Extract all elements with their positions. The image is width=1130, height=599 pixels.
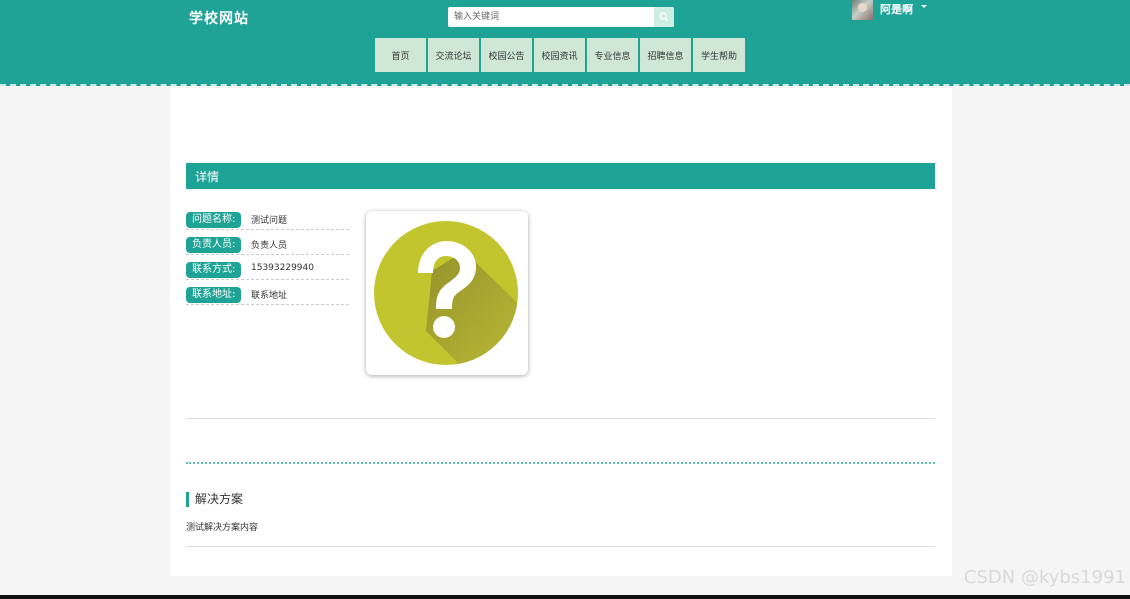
field-responsible: 负责人员: 负责人员 (186, 236, 349, 255)
search-button[interactable] (654, 7, 674, 27)
taskbar-edge (0, 595, 1130, 599)
field-value-selected: 试问题 (260, 216, 288, 226)
search-input[interactable] (448, 7, 654, 27)
nav-announcements[interactable]: 校园公告 (481, 38, 532, 72)
field-value[interactable]: 测试问题 (251, 213, 287, 226)
field-question-name: 问题名称: 测试问题 (186, 211, 349, 230)
field-contact: 联系方式: 15393229940 (186, 261, 349, 280)
field-value: 联系地址 (251, 291, 288, 301)
user-menu[interactable]: 阿是啊 (852, 0, 927, 22)
solution-content: 测试解决方案内容 (186, 523, 259, 533)
nav-jobs[interactable]: 招聘信息 (640, 38, 691, 72)
search-icon (659, 12, 669, 22)
nav-campus-news[interactable]: 校园资讯 (534, 38, 585, 72)
nav-majors[interactable]: 专业信息 (587, 38, 638, 72)
field-value: 15393229940 (251, 263, 314, 273)
watermark: CSDN @kybs1991 (963, 567, 1126, 588)
user-name: 阿是啊 (880, 3, 913, 16)
field-label: 问题名称: (186, 212, 242, 228)
divider-dotted (186, 462, 935, 464)
field-label: 联系方式: (186, 262, 242, 278)
field-label: 负责人员: (186, 237, 242, 253)
chevron-down-icon (921, 5, 927, 8)
nav-student-help[interactable]: 学生帮助 (693, 38, 745, 72)
search-box (448, 7, 674, 27)
field-value-prefix: 测 (251, 216, 261, 226)
site-header: 学校网站 阿是啊 首页 交流论坛 校园公告 校园资讯 专业信息 招聘信息 学生帮… (0, 0, 1130, 86)
nav-forum[interactable]: 交流论坛 (428, 38, 479, 72)
avatar (852, 0, 873, 20)
nav-home[interactable]: 首页 (375, 38, 426, 72)
field-value: 负责人员 (251, 241, 288, 251)
detail-title: 详情 (195, 169, 220, 184)
divider (186, 418, 935, 419)
solution-title: 解决方案 (186, 492, 243, 507)
field-label: 联系地址: (186, 287, 242, 303)
main-nav: 首页 交流论坛 校园公告 校园资讯 专业信息 招聘信息 学生帮助 (375, 38, 747, 72)
field-address: 联系地址: 联系地址 (186, 286, 349, 305)
question-mark-icon (374, 221, 518, 365)
content-panel (170, 88, 952, 576)
site-logo[interactable]: 学校网站 (189, 8, 249, 28)
divider (186, 546, 935, 547)
detail-header: 详情 (186, 163, 935, 189)
question-image (366, 211, 528, 375)
